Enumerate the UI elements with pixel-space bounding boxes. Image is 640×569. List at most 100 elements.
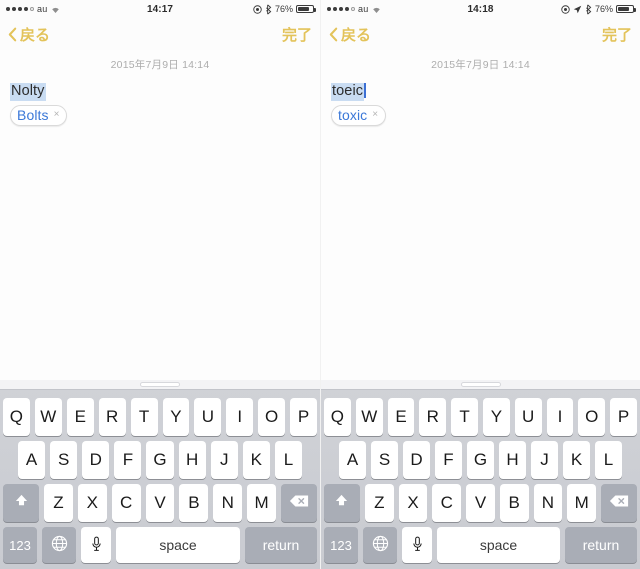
key-s[interactable]: S xyxy=(50,440,78,479)
dictation-key[interactable] xyxy=(81,527,111,563)
signal-strength-icon xyxy=(327,7,355,11)
keyboard-drag-handle[interactable] xyxy=(140,382,180,387)
key-u[interactable]: U xyxy=(514,397,542,436)
back-button[interactable]: 戻る xyxy=(329,24,371,45)
keyboard-rows: Q W E R T Y U I O P A S D F G H J K L Z … xyxy=(0,390,320,525)
shift-key[interactable] xyxy=(3,484,39,523)
backspace-icon xyxy=(289,493,309,513)
bluetooth-icon xyxy=(265,3,272,15)
key-i[interactable]: I xyxy=(546,397,574,436)
status-bar-right: 76% xyxy=(253,3,316,15)
key-k[interactable]: K xyxy=(242,440,270,479)
close-icon[interactable]: × xyxy=(372,109,378,120)
key-j[interactable]: J xyxy=(210,440,238,479)
rotation-lock-icon xyxy=(253,4,262,14)
return-key[interactable]: return xyxy=(245,527,317,563)
autocorrect-suggestion-bubble[interactable]: Bolts × xyxy=(10,104,68,126)
globe-key[interactable] xyxy=(363,527,397,563)
carrier-label: au xyxy=(358,4,369,14)
key-o[interactable]: O xyxy=(258,397,286,436)
note-timestamp: 2015年7月9日 14:14 xyxy=(110,59,210,71)
key-y[interactable]: Y xyxy=(162,397,190,436)
backspace-key[interactable] xyxy=(601,484,638,523)
key-v[interactable]: V xyxy=(466,484,495,523)
key-w[interactable]: W xyxy=(355,397,383,436)
key-s[interactable]: S xyxy=(371,440,398,479)
key-a[interactable]: A xyxy=(18,440,46,479)
key-f[interactable]: F xyxy=(114,440,142,479)
return-key[interactable]: return xyxy=(565,527,637,563)
key-z[interactable]: Z xyxy=(44,484,73,523)
key-b[interactable]: B xyxy=(179,484,209,523)
key-x[interactable]: X xyxy=(77,484,107,523)
key-t[interactable]: T xyxy=(451,397,478,436)
key-q[interactable]: Q xyxy=(2,397,30,436)
text-cursor xyxy=(364,83,367,98)
typed-word: toeic xyxy=(331,83,365,101)
key-p[interactable]: P xyxy=(610,397,637,436)
key-n[interactable]: N xyxy=(213,484,243,523)
key-y[interactable]: Y xyxy=(483,397,510,436)
key-i[interactable]: I xyxy=(226,397,254,436)
done-button[interactable]: 完了 xyxy=(282,24,312,45)
done-button[interactable]: 完了 xyxy=(602,24,632,45)
key-e[interactable]: E xyxy=(66,397,94,436)
backspace-icon xyxy=(609,493,629,513)
key-c[interactable]: C xyxy=(111,484,141,523)
key-z[interactable]: Z xyxy=(364,484,394,523)
key-m[interactable]: M xyxy=(567,484,597,523)
key-j[interactable]: J xyxy=(531,440,558,479)
keyboard-bottom-row: 123 space return xyxy=(321,525,640,565)
key-g[interactable]: G xyxy=(146,440,174,479)
key-o[interactable]: O xyxy=(578,397,606,436)
space-key[interactable]: space xyxy=(437,527,560,563)
back-button[interactable]: 戻る xyxy=(8,24,50,45)
rotation-lock-icon xyxy=(561,4,570,14)
key-f[interactable]: F xyxy=(435,440,462,479)
key-h[interactable]: H xyxy=(178,440,206,479)
navigation-bar: 戻る 完了 xyxy=(0,18,320,50)
keyboard-drag-handle[interactable] xyxy=(460,382,501,387)
key-k[interactable]: K xyxy=(563,440,590,479)
note-editor-body[interactable]: 2015年7月9日 14:14 Nolty Bolts × xyxy=(0,50,320,380)
key-p[interactable]: P xyxy=(290,397,318,436)
key-d[interactable]: D xyxy=(403,440,430,479)
key-b[interactable]: B xyxy=(499,484,529,523)
keyboard-rows: Q W E R T Y U I O P A S D F G H J K L Z … xyxy=(321,390,640,525)
key-u[interactable]: U xyxy=(194,397,222,436)
key-d[interactable]: D xyxy=(82,440,110,479)
key-e[interactable]: E xyxy=(387,397,415,436)
key-w[interactable]: W xyxy=(34,397,62,436)
key-h[interactable]: H xyxy=(499,440,526,479)
keyboard-handle-area xyxy=(0,380,320,390)
battery-icon xyxy=(616,5,636,13)
key-c[interactable]: C xyxy=(432,484,462,523)
key-l[interactable]: L xyxy=(595,440,622,479)
key-q[interactable]: Q xyxy=(324,397,351,436)
key-l[interactable]: L xyxy=(274,440,302,479)
backspace-key[interactable] xyxy=(281,484,318,523)
close-icon[interactable]: × xyxy=(54,109,60,120)
key-n[interactable]: N xyxy=(533,484,563,523)
signal-strength-icon xyxy=(6,7,34,11)
key-t[interactable]: T xyxy=(130,397,158,436)
status-bar-left: au xyxy=(6,4,61,14)
carrier-label: au xyxy=(37,4,48,14)
key-r[interactable]: R xyxy=(419,397,447,436)
numeric-keyboard-button[interactable]: 123 xyxy=(324,527,358,563)
key-m[interactable]: M xyxy=(247,484,277,523)
key-x[interactable]: X xyxy=(398,484,428,523)
shift-key[interactable] xyxy=(323,484,360,523)
dictation-key[interactable] xyxy=(402,527,432,563)
autocorrect-suggestion-bubble[interactable]: toxic × xyxy=(331,104,387,126)
globe-key[interactable] xyxy=(42,527,76,563)
note-editor-body[interactable]: 2015年7月9日 14:14 toeic toxic × xyxy=(321,50,640,380)
battery-percentage-label: 76% xyxy=(274,4,293,14)
numeric-keyboard-button[interactable]: 123 xyxy=(3,527,37,563)
key-v[interactable]: V xyxy=(145,484,175,523)
space-key[interactable]: space xyxy=(116,527,240,563)
key-a[interactable]: A xyxy=(339,440,366,479)
onscreen-keyboard: Q W E R T Y U I O P A S D F G H J K L Z … xyxy=(321,380,640,569)
key-g[interactable]: G xyxy=(467,440,494,479)
key-r[interactable]: R xyxy=(98,397,126,436)
